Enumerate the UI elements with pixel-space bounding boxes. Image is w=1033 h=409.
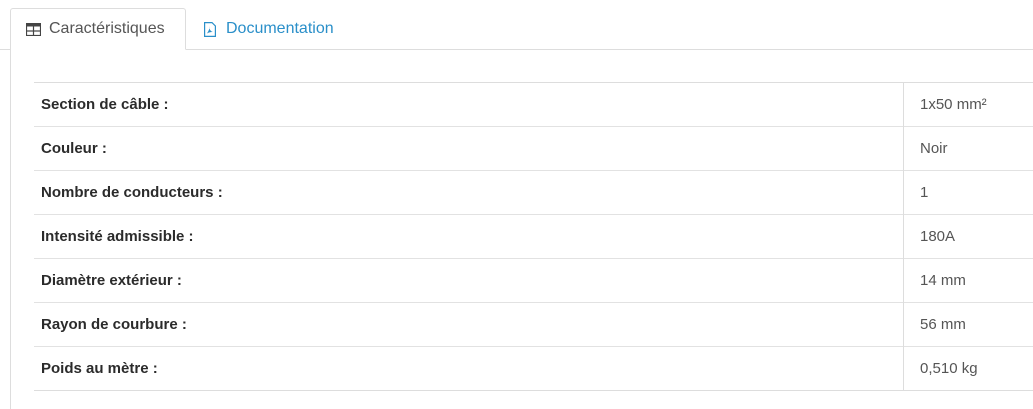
table-row: Section de câble : 1x50 mm² [34,82,1033,127]
table-icon [25,21,41,37]
spec-value: 180A [903,214,1033,259]
specs-table: Section de câble : 1x50 mm² Couleur : No… [34,82,1033,391]
spec-value: 1 [903,170,1033,215]
spec-value: 0,510 kg [903,346,1033,391]
spec-key: Rayon de courbure : [34,302,904,347]
spec-key: Diamètre extérieur : [34,258,904,303]
spec-key: Intensité admissible : [34,214,904,259]
spec-value: 14 mm [903,258,1033,303]
table-row: Poids au mètre : 0,510 kg [34,346,1033,391]
spec-value: 56 mm [903,302,1033,347]
tab-bar: Caractéristiques Documentation [0,0,1033,50]
tab-label: Caractéristiques [49,20,165,37]
tab-caracteristiques[interactable]: Caractéristiques [10,8,186,50]
tab-label: Documentation [226,20,334,37]
tab-documentation[interactable]: Documentation [188,8,348,50]
spec-key: Poids au mètre : [34,346,904,391]
spec-value: Noir [903,126,1033,171]
spec-key: Section de câble : [34,82,904,127]
table-row: Diamètre extérieur : 14 mm [34,258,1033,303]
table-row: Couleur : Noir [34,126,1033,171]
table-row: Intensité admissible : 180A [34,214,1033,259]
spec-key: Couleur : [34,126,904,171]
pdf-file-icon [202,21,218,37]
table-row: Nombre de conducteurs : 1 [34,170,1033,215]
spec-value: 1x50 mm² [920,96,987,113]
table-row: Rayon de courbure : 56 mm [34,302,1033,347]
spec-key: Nombre de conducteurs : [34,170,904,215]
